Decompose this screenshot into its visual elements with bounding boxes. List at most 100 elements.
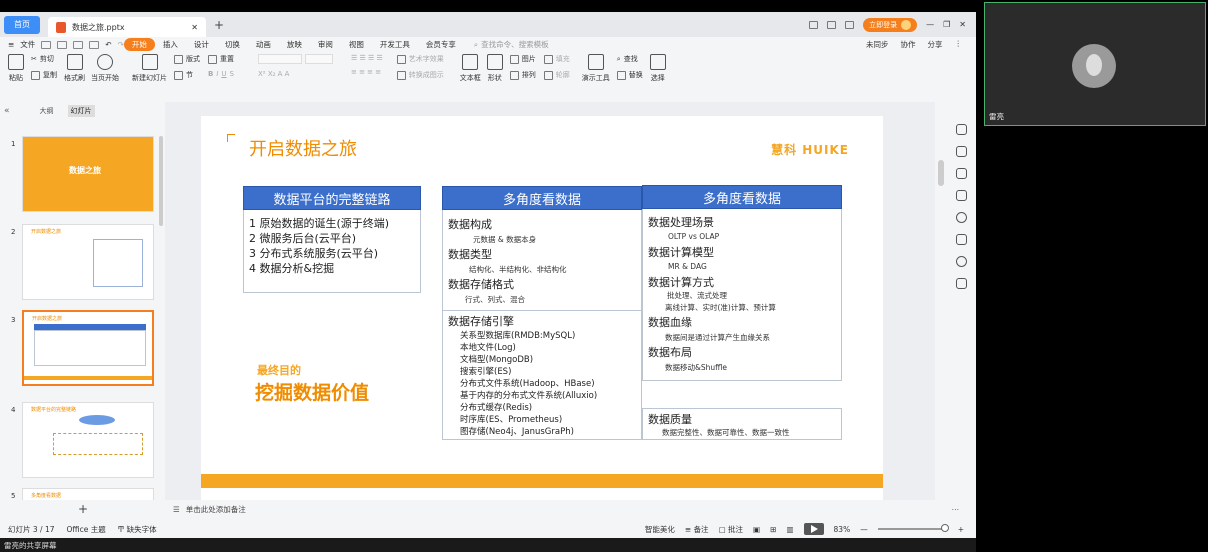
command-search[interactable]: ⌕ 查找命令、搜索模板: [474, 39, 549, 50]
close-window-icon[interactable]: ✕: [959, 20, 966, 29]
restore-icon[interactable]: ❐: [943, 20, 950, 29]
arrange-button[interactable]: 排列: [509, 70, 536, 80]
print-icon[interactable]: [73, 40, 84, 49]
menu-file[interactable]: 文件: [20, 39, 35, 50]
menu-member[interactable]: 会员专享: [418, 39, 464, 50]
slide-scrollbar[interactable]: [938, 160, 944, 186]
font-size-select[interactable]: [305, 54, 333, 64]
new-tab-icon[interactable]: +: [214, 18, 224, 32]
beautify-button[interactable]: 智能美化: [645, 524, 675, 535]
presentation-tools-button[interactable]: 演示工具: [582, 54, 610, 83]
copy-button[interactable]: 复制: [31, 70, 57, 80]
text-effect-button[interactable]: 艺术字效果: [396, 54, 444, 64]
reset-button[interactable]: 重置: [208, 54, 234, 64]
notes-toggle[interactable]: ≡ 备注: [685, 524, 709, 535]
storage-icon[interactable]: [955, 234, 967, 245]
more-options-icon[interactable]: ⋯: [952, 505, 960, 514]
new-slide-button[interactable]: 新建幻灯片: [132, 54, 167, 83]
font-style-buttons[interactable]: B I U S: [208, 70, 234, 78]
panel-scrollbar[interactable]: [159, 136, 163, 226]
theme-name[interactable]: Office 主题: [67, 524, 106, 535]
missing-font-button[interactable]: Ͳ 缺失字体: [118, 524, 157, 535]
tab-slides[interactable]: 幻灯片: [67, 105, 95, 117]
fill-button[interactable]: 填充: [543, 54, 570, 64]
menu-design[interactable]: 设计: [186, 39, 217, 50]
location-icon[interactable]: [955, 256, 967, 267]
comments-toggle[interactable]: ▢ 批注: [719, 524, 743, 535]
participant-camera[interactable]: 雷亮: [984, 2, 1206, 126]
menu-slideshow[interactable]: 放映: [279, 39, 310, 50]
thumbnail-slide-2[interactable]: 开启数据之旅: [22, 224, 154, 300]
thumbnail-slide-1[interactable]: 数据之旅: [22, 136, 154, 212]
theme-icon[interactable]: [845, 20, 855, 29]
login-button[interactable]: 立即登录: [863, 17, 918, 32]
paragraph-buttons[interactable]: ☰ ☰ ☰ ☰: [351, 54, 383, 62]
sorter-view-icon[interactable]: ⊞: [770, 525, 776, 534]
text-format-buttons[interactable]: X² X₂ A A: [258, 70, 333, 78]
shapes-button[interactable]: 形状: [486, 54, 503, 83]
select-button[interactable]: 选择: [649, 54, 666, 83]
menu-view[interactable]: 视图: [341, 39, 372, 50]
settings-sliders-icon[interactable]: [955, 146, 967, 157]
magic-icon[interactable]: [955, 168, 967, 179]
preview-icon[interactable]: [89, 40, 100, 49]
grid-icon[interactable]: [827, 20, 837, 29]
pipeline-header[interactable]: 数据平台的完整链路: [243, 186, 421, 210]
thumbnail-slide-5[interactable]: 多角度看数据: [22, 488, 154, 500]
pin-icon[interactable]: [955, 124, 967, 135]
notes-area[interactable]: ☰ 单击此处添加备注 ⋯: [165, 500, 965, 518]
thumbnail-slide-3[interactable]: 开启数据之旅: [22, 310, 154, 386]
picture-button[interactable]: 图片: [509, 54, 536, 64]
home-tab[interactable]: 首页: [4, 15, 40, 34]
close-tab-icon[interactable]: ✕: [191, 23, 198, 32]
tab-outline[interactable]: 大纲: [40, 106, 54, 116]
copy-slide-icon[interactable]: [955, 190, 967, 201]
current-slide[interactable]: 开启数据之旅 慧科 HUIKE 数据平台的完整链路 1 原始数据的诞生(源于终端…: [201, 116, 883, 500]
find-button[interactable]: ⌕ 查找: [617, 54, 643, 64]
redo-icon[interactable]: ↷: [118, 40, 124, 49]
layout-button[interactable]: 版式: [174, 54, 200, 64]
format-painter-button[interactable]: 格式刷: [64, 54, 85, 83]
slideshow-play-button[interactable]: [803, 523, 824, 535]
from-current-button[interactable]: 当页开始: [91, 54, 119, 83]
collapse-panel-icon[interactable]: «: [4, 106, 10, 116]
slide-title[interactable]: 开启数据之旅: [249, 135, 357, 161]
zoom-slider-handle[interactable]: [940, 524, 949, 532]
align-buttons[interactable]: ≡ ≡ ≡ ≡: [351, 68, 383, 76]
replace-button[interactable]: 替换: [616, 70, 643, 80]
perspective-header-2[interactable]: 多角度看数据: [642, 185, 842, 209]
help-icon[interactable]: [955, 212, 967, 223]
collaborate-button[interactable]: 协作: [901, 39, 916, 50]
hamburger-icon[interactable]: ≡: [8, 40, 14, 49]
menu-animation[interactable]: 动画: [248, 39, 279, 50]
zoom-level[interactable]: 83%: [834, 525, 851, 534]
add-slide-icon[interactable]: +: [78, 502, 88, 516]
convert-smartart-button[interactable]: 转换成图示: [396, 70, 444, 80]
document-tab[interactable]: 数据之旅.pptx ✕: [48, 17, 206, 37]
section-button[interactable]: 节: [174, 70, 200, 80]
zoom-out-icon[interactable]: —: [860, 525, 868, 534]
thumbnail-slide-4[interactable]: 数据平台的完整链路: [22, 402, 154, 478]
menu-developer[interactable]: 开发工具: [372, 39, 418, 50]
font-family-select[interactable]: [258, 54, 302, 64]
textbox-button[interactable]: 文本框: [460, 54, 481, 83]
normal-view-icon[interactable]: ▣: [753, 525, 760, 534]
minimize-icon[interactable]: —: [926, 20, 934, 29]
perspective-header-1[interactable]: 多角度看数据: [442, 186, 642, 210]
outline-button[interactable]: 轮廓: [543, 70, 570, 80]
share-button[interactable]: 分享: [928, 39, 943, 50]
menu-transition[interactable]: 切换: [217, 39, 248, 50]
window-layout-icon[interactable]: [809, 20, 819, 29]
more-icon[interactable]: ⋮: [955, 39, 963, 50]
chat-icon[interactable]: [955, 278, 967, 289]
zoom-slider[interactable]: [877, 524, 949, 532]
reading-view-icon[interactable]: ▥: [786, 525, 793, 534]
menu-review[interactable]: 审阅: [310, 39, 341, 50]
paste-button[interactable]: 粘贴: [8, 54, 24, 83]
undo-icon[interactable]: ↶: [105, 40, 111, 49]
sync-status[interactable]: 未同步: [866, 39, 889, 50]
save-icon[interactable]: [41, 40, 52, 49]
menu-home[interactable]: 开始: [123, 38, 155, 51]
export-icon[interactable]: [57, 40, 68, 49]
menu-insert[interactable]: 插入: [155, 39, 186, 50]
